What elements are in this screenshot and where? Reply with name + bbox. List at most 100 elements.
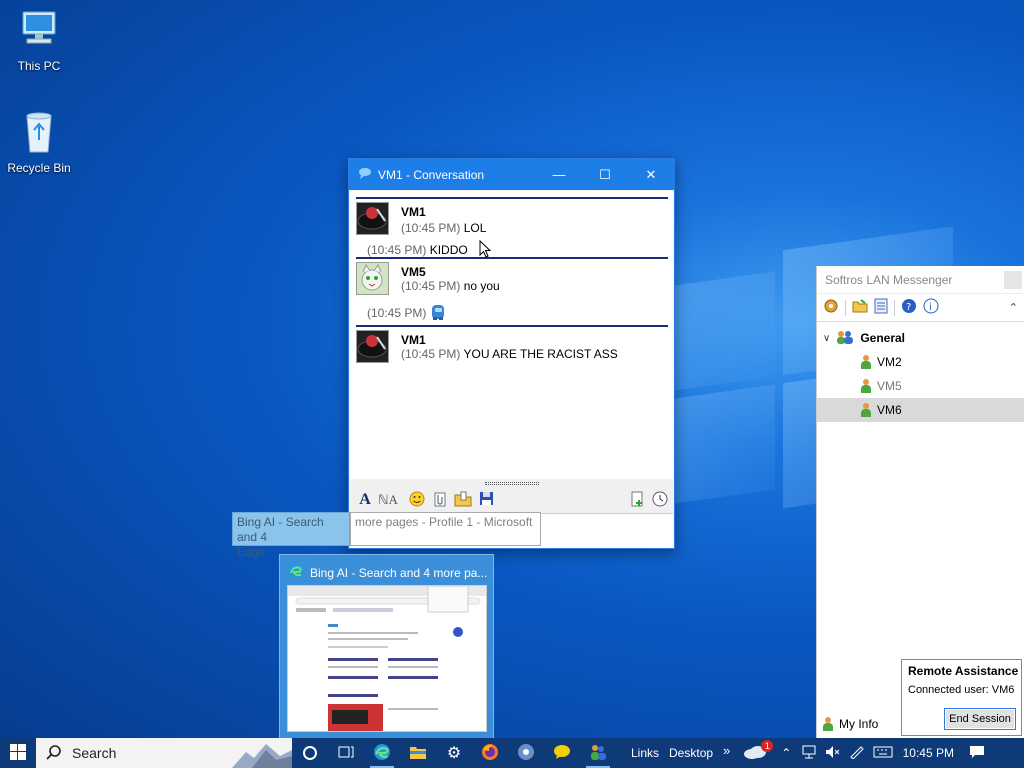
user-item-vm5[interactable]: VM5: [817, 374, 1024, 398]
help-icon[interactable]: ?: [901, 298, 917, 317]
edge-thumbnail-preview[interactable]: Bing AI - Search and 4 more pa...: [279, 554, 494, 739]
folder-icon: [409, 744, 427, 763]
settings-gear-icon[interactable]: [823, 298, 839, 317]
font-button[interactable]: A: [356, 491, 374, 509]
toolbar-overflow-icon[interactable]: »: [718, 743, 735, 758]
start-button[interactable]: [0, 738, 36, 768]
my-info-label: My Info: [839, 717, 879, 731]
message-line: (10:45 PM) KIDDO: [367, 243, 468, 257]
app-gear-icon: [517, 743, 535, 764]
pen-button[interactable]: [845, 738, 869, 768]
windows-start-icon: [10, 743, 26, 763]
sender-name: VM5: [401, 265, 426, 279]
taskbar-lan-messenger[interactable]: [580, 738, 616, 768]
search-placeholder: Search: [72, 745, 117, 761]
taskbar-firefox[interactable]: [472, 738, 508, 768]
send-file-button[interactable]: [431, 491, 449, 509]
history-button[interactable]: [651, 491, 669, 509]
info-icon[interactable]: i: [923, 298, 939, 317]
volume-button[interactable]: [821, 738, 845, 768]
taskbar-search-box[interactable]: Search: [36, 738, 292, 768]
svg-text:?: ?: [906, 302, 911, 313]
message-toolbar: A ℕA: [350, 488, 673, 512]
action-center-button[interactable]: [959, 738, 995, 768]
desktop-icon-label: Recycle Bin: [7, 161, 71, 175]
attachment-icon: [432, 491, 448, 510]
titlebar-control-icon[interactable]: [1004, 270, 1022, 289]
new-document-button[interactable]: [628, 491, 646, 509]
taskbar-chat-app[interactable]: [544, 738, 580, 768]
cortana-circle-icon: [303, 746, 317, 760]
message-time: (10:45 PM): [367, 243, 427, 257]
send-folder-button[interactable]: [454, 491, 472, 509]
taskbar-settings[interactable]: ⚙: [436, 738, 472, 768]
message-group: VM5 (10:45 PM) no you (10:45 PM): [356, 257, 668, 325]
save-history-button[interactable]: [477, 491, 495, 509]
taskbar-file-explorer[interactable]: [400, 738, 436, 768]
user-name: VM5: [877, 379, 902, 393]
sender-name: VM1: [401, 333, 426, 347]
message-text: YOU ARE THE RACIST ASS: [463, 347, 618, 361]
cortana-button[interactable]: [292, 738, 328, 768]
my-info-icon: [823, 717, 833, 731]
open-folder-icon[interactable]: [852, 298, 868, 317]
smiley-icon: [409, 491, 425, 510]
end-session-button[interactable]: End Session: [944, 708, 1016, 730]
pane-splitter[interactable]: [350, 479, 673, 487]
minimize-icon: —: [552, 167, 566, 182]
maximize-icon: ☐: [599, 166, 611, 182]
tooltip-text: more pages - Profile 1 - Microsoft: [355, 515, 533, 529]
message-log-icon[interactable]: [874, 298, 888, 317]
weather-badge: 1: [761, 740, 774, 752]
messenger-people-icon: [589, 744, 607, 763]
clock-history-icon: [652, 491, 668, 510]
conversation-title-bar[interactable]: VM1 - Conversation — ☐ ✕: [349, 159, 674, 190]
toolbar-links[interactable]: Links: [626, 746, 664, 760]
search-highlight-image-icon: [232, 738, 292, 768]
gear-icon: ⚙: [446, 745, 462, 762]
user-item-vm6[interactable]: VM6: [817, 398, 1024, 422]
taskbar-chrome-like[interactable]: [508, 738, 544, 768]
user-online-icon: [861, 403, 871, 417]
user-online-icon: [861, 355, 871, 369]
message-history[interactable]: VM1 (10:45 PM) LOL (10:45 PM) KIDDO VM5 …: [350, 191, 673, 479]
connected-user-row: Connected user: VM6: [908, 684, 1014, 696]
close-button[interactable]: ✕: [628, 159, 674, 190]
document-add-icon: [629, 491, 645, 510]
message-text: no you: [463, 279, 500, 293]
chat-app-icon: [358, 166, 372, 183]
message-time: (10:45 PM): [401, 279, 461, 293]
desktop-icon-recycle-bin[interactable]: Recycle Bin: [1, 108, 77, 175]
maximize-button[interactable]: ☐: [582, 159, 628, 190]
font-color-icon: ℕA: [378, 492, 398, 507]
minimize-button[interactable]: —: [536, 159, 582, 190]
taskbar-edge[interactable]: [364, 738, 400, 768]
user-item-vm2[interactable]: VM2: [817, 350, 1024, 374]
show-hidden-icons-button[interactable]: ⌃: [775, 738, 797, 768]
font-color-button[interactable]: ℕA: [378, 491, 398, 509]
task-view-button[interactable]: [328, 738, 364, 768]
svg-text:i: i: [929, 302, 932, 313]
thumbnail-title: Bing AI - Search and 4 more pa...: [310, 565, 488, 580]
message-time: (10:45 PM): [401, 221, 461, 235]
keyboard-button[interactable]: [869, 738, 897, 768]
font-icon: A: [359, 491, 371, 508]
messenger-title-bar[interactable]: Softros LAN Messenger: [817, 266, 1024, 294]
emoticons-button[interactable]: [408, 491, 426, 509]
tooltip-line: Bing AI - Search and 4: [237, 515, 324, 544]
collapse-chevron-icon[interactable]: ⌃: [1009, 301, 1018, 314]
close-icon: ✕: [645, 166, 657, 182]
desktop-icon-this-pc[interactable]: This PC: [1, 8, 77, 73]
network-button[interactable]: [797, 738, 821, 768]
group-general[interactable]: ∨ General: [817, 326, 1024, 350]
desktop-icon-label: This PC: [17, 59, 61, 73]
message-text: LOL: [463, 221, 487, 235]
firefox-icon: [481, 743, 499, 764]
remote-assistance-panel: Remote Assistance Connected user: VM6 En…: [901, 659, 1022, 736]
weather-button[interactable]: 1: [735, 738, 775, 768]
clock[interactable]: 10:45 PM: [897, 746, 959, 760]
sender-name: VM1: [401, 205, 426, 219]
save-icon: [479, 491, 494, 509]
mouse-cursor-icon: [479, 239, 492, 261]
toolbar-desktop[interactable]: Desktop: [664, 746, 718, 760]
